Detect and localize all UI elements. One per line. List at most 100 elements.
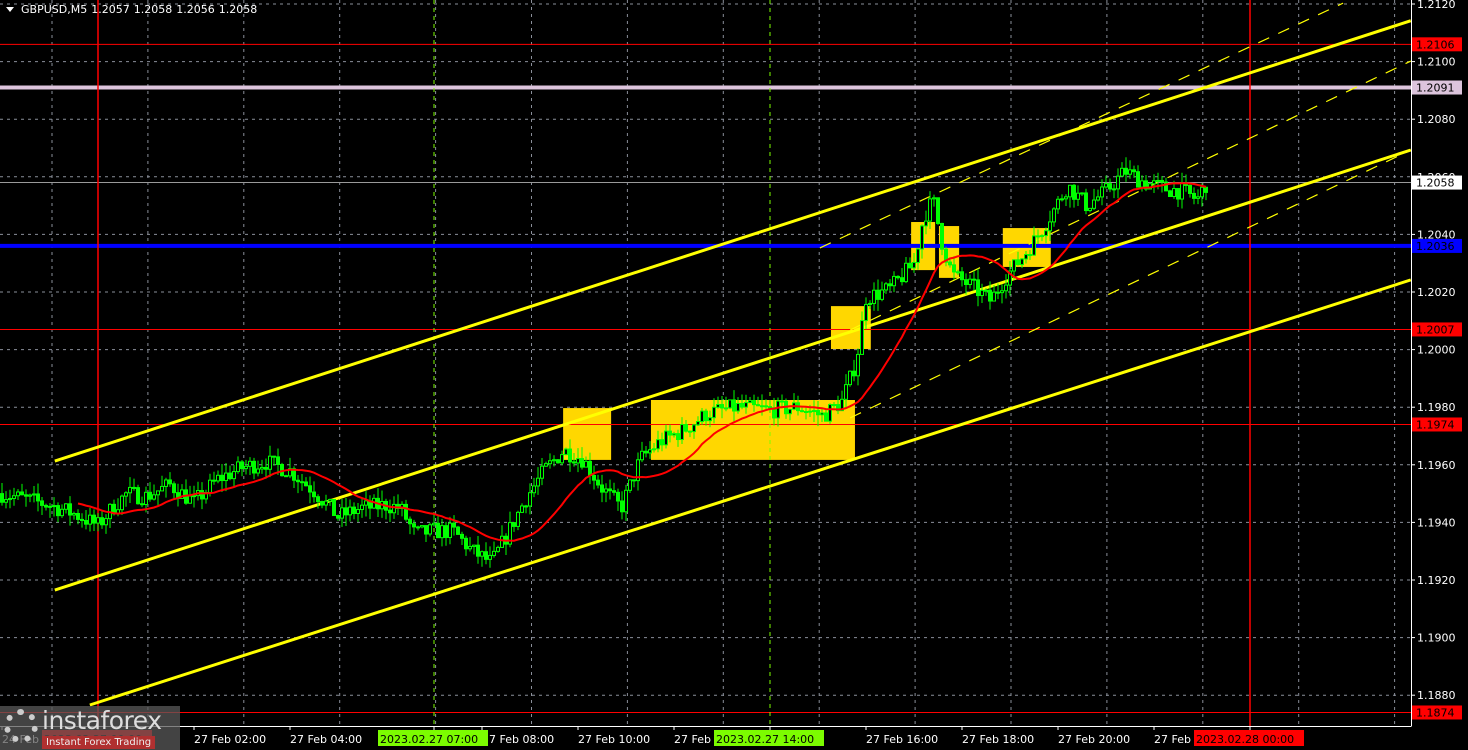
price-level-label: 1.1874 — [1416, 706, 1455, 719]
candle-body — [632, 479, 636, 482]
candle — [1120, 162, 1124, 177]
candle — [296, 474, 300, 494]
candle-body — [1192, 192, 1196, 199]
candle — [128, 477, 132, 503]
candle — [16, 489, 20, 501]
candle-body — [72, 513, 76, 516]
candle — [896, 275, 900, 280]
candle-body — [936, 197, 940, 224]
candle — [848, 370, 852, 387]
price-chart[interactable]: 1.21201.21001.20801.20601.20401.20201.20… — [0, 0, 1468, 750]
candle — [336, 514, 340, 521]
candle-body — [872, 289, 876, 304]
candle-body — [700, 410, 704, 423]
candle-body — [908, 262, 912, 269]
candle-body — [1072, 184, 1076, 200]
candle — [364, 491, 368, 517]
candle-body — [1076, 192, 1080, 200]
candle-body — [12, 495, 16, 499]
candle-body — [1012, 259, 1016, 272]
candle — [736, 397, 740, 414]
candle-body — [420, 525, 424, 528]
candle-body — [744, 402, 748, 408]
candle-body — [16, 491, 20, 497]
candle — [1124, 157, 1128, 182]
candle — [1144, 175, 1148, 192]
candle-body — [972, 278, 976, 281]
candle — [1192, 187, 1196, 205]
candle — [624, 484, 628, 521]
candle — [544, 461, 548, 467]
price-level-label: 1.2091 — [1416, 82, 1455, 95]
candle — [272, 455, 276, 466]
candle-body — [988, 289, 992, 302]
candle-body — [788, 408, 792, 415]
candle — [1132, 165, 1136, 178]
candle — [140, 496, 144, 508]
candle — [40, 497, 44, 516]
candle — [92, 509, 96, 532]
candle — [968, 274, 972, 289]
candle — [204, 489, 208, 504]
candle-body — [880, 289, 884, 300]
candle-body — [1132, 169, 1136, 173]
candle — [1088, 207, 1092, 213]
candle-body — [560, 454, 564, 464]
candle — [324, 494, 328, 511]
candle — [480, 550, 484, 567]
candle-body — [244, 465, 248, 470]
candle-body — [984, 289, 988, 292]
candle — [960, 267, 964, 287]
candle-body — [808, 410, 812, 413]
candle — [440, 518, 444, 547]
candle-body — [1060, 198, 1064, 201]
candle — [516, 510, 520, 531]
candle — [200, 482, 204, 510]
candle — [560, 450, 564, 466]
candle — [1068, 184, 1072, 208]
candle — [280, 462, 284, 477]
candle-body — [532, 485, 536, 494]
candle-body — [56, 505, 60, 517]
dropdown-triangle-icon[interactable] — [6, 7, 14, 12]
candle-body — [452, 522, 456, 528]
candle — [264, 458, 268, 479]
candle-body — [484, 551, 488, 560]
candle — [828, 403, 832, 424]
candle-body — [172, 483, 176, 494]
candle-body — [100, 517, 104, 526]
candle — [608, 479, 612, 500]
candle-body — [652, 448, 656, 451]
ohlc-open: 1.2057 — [91, 3, 130, 16]
candle-body — [200, 490, 204, 500]
candle-body — [1128, 169, 1132, 175]
candle-body — [252, 460, 256, 474]
candle — [248, 457, 252, 475]
candle — [936, 197, 940, 225]
candle — [632, 479, 636, 488]
candle-body — [912, 261, 916, 269]
channel-lower — [89, 278, 1411, 707]
candle-body — [976, 279, 980, 297]
candle — [24, 489, 28, 507]
candle-body — [192, 495, 196, 498]
candle — [396, 494, 400, 515]
candle-body — [344, 507, 348, 516]
candle-body — [28, 494, 32, 497]
candle — [244, 459, 248, 475]
candle-body — [76, 513, 80, 520]
candle-body — [268, 455, 272, 470]
plot-area — [0, 0, 1411, 726]
candle-body — [892, 275, 896, 287]
candle — [136, 484, 140, 505]
candle-body — [520, 505, 524, 513]
candle-body — [364, 500, 368, 506]
candle-body — [84, 519, 88, 525]
candle-body — [688, 430, 692, 433]
price-axis-label: 1.2020 — [1417, 286, 1456, 299]
candle — [368, 495, 372, 520]
candle — [344, 498, 348, 526]
candle-body — [348, 506, 352, 516]
candle-body — [152, 494, 156, 500]
price-level-label: 1.1974 — [1416, 418, 1455, 431]
